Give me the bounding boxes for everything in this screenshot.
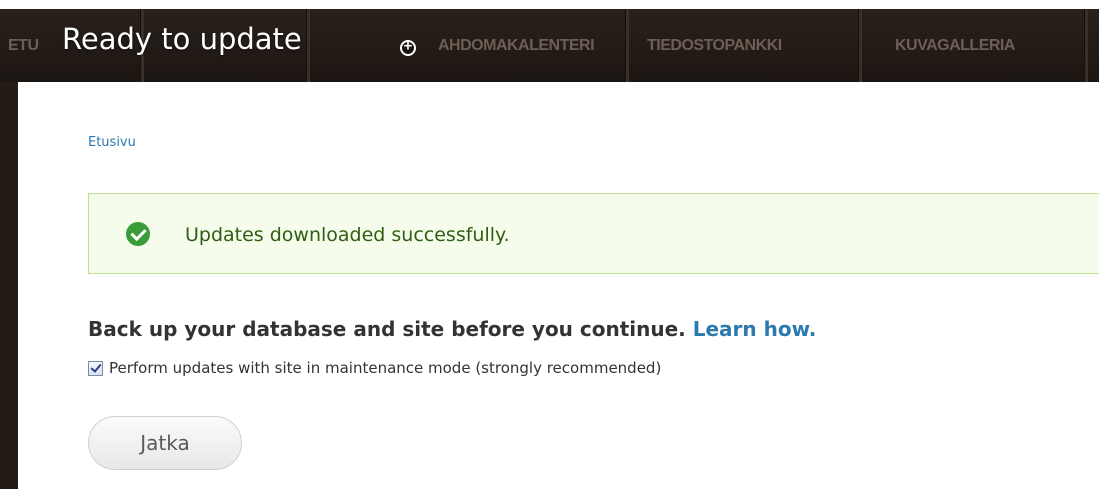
status-message: Updates downloaded successfully. [88, 193, 1099, 274]
nav-item-kuvagalleria[interactable]: KUVAGALLERIA [895, 9, 1015, 82]
nav-item-tapahtumakalenteri[interactable]: AHDOMAKALENTERI [438, 9, 595, 82]
overlay-frame [0, 82, 18, 489]
breadcrumb-home-link[interactable]: Etusivu [88, 135, 136, 150]
maintenance-mode-label[interactable]: Perform updates with site in maintenance… [109, 359, 661, 377]
check-circle-icon [126, 222, 150, 246]
expand-toggle-icon[interactable]: + [400, 38, 416, 56]
maintenance-mode-option: Perform updates with site in maintenance… [88, 359, 661, 377]
nav-separator [625, 9, 629, 82]
overlay-title: Ready to update [62, 22, 302, 56]
backup-warning-text: Back up your database and site before yo… [88, 317, 686, 341]
overlay-content: Etusivu Updates downloaded successfully.… [20, 82, 1099, 489]
nav-item-tiedostopankki[interactable]: TIEDOSTOPANKKI [647, 9, 782, 82]
continue-button[interactable]: Jatka [88, 416, 242, 470]
nav-item-etusivu[interactable]: ETU [8, 9, 39, 82]
learn-how-link[interactable]: Learn how. [693, 317, 817, 341]
status-message-text: Updates downloaded successfully. [185, 224, 510, 246]
nav-separator [1084, 9, 1088, 82]
maintenance-mode-checkbox[interactable] [88, 360, 103, 376]
plus-icon: + [403, 38, 413, 54]
nav-separator [858, 9, 862, 82]
nav-separator [306, 9, 310, 82]
backup-warning: Back up your database and site before yo… [88, 317, 816, 341]
